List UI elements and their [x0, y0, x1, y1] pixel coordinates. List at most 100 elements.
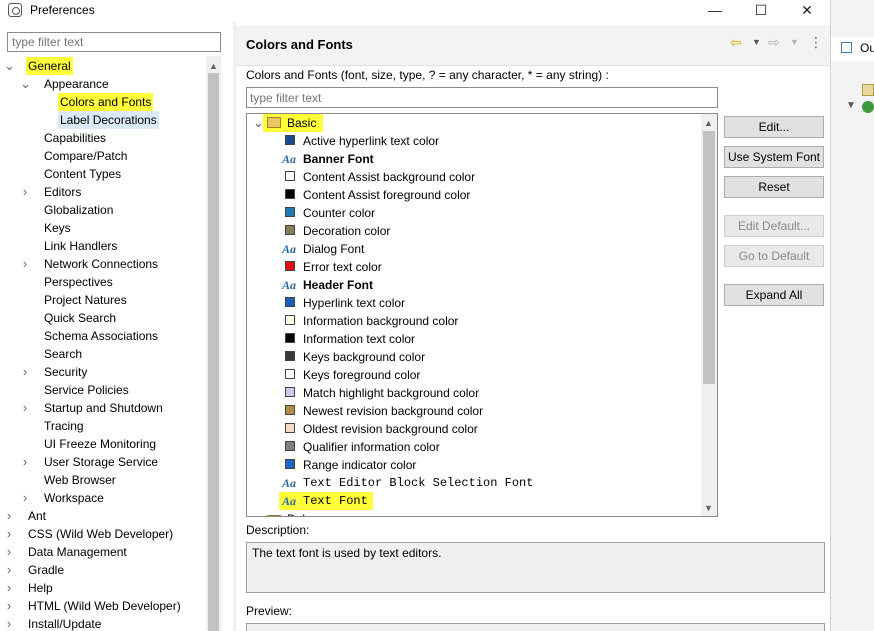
tree-item-schema-associations[interactable]: Schema Associations [42, 327, 160, 345]
expand-all-button[interactable]: Expand All [724, 284, 824, 306]
font-tree-item[interactable]: Aa Dialog Font [247, 240, 701, 258]
tree-item-ui-freeze-monitoring[interactable]: UI Freeze Monitoring [42, 435, 158, 453]
collapsed-chevron-icon[interactable]: › [20, 399, 30, 417]
tree-item-data-management[interactable]: Data Management [26, 543, 129, 561]
tree-item-project-natures[interactable]: Project Natures [42, 291, 129, 309]
collapsed-chevron-icon[interactable]: › [4, 543, 14, 561]
tree-item-tracing[interactable]: Tracing [42, 417, 86, 435]
panel-divider[interactable] [233, 22, 236, 631]
collapsed-chevron-icon[interactable]: › [20, 363, 30, 381]
tree-item-label-decorations[interactable]: Label Decorations [58, 111, 159, 129]
reset-button[interactable]: Reset [724, 176, 824, 198]
tree-item-workspace[interactable]: Workspace [42, 489, 106, 507]
tree-item-ant[interactable]: Ant [26, 507, 48, 525]
expand-arrow-icon: ▼ [846, 100, 856, 111]
tree-item-link-handlers[interactable]: Link Handlers [42, 237, 119, 255]
font-tree-item[interactable]: Aa Header Font [247, 276, 701, 294]
color-tree-item[interactable]: Decoration color [247, 222, 701, 240]
tree-item-install-update[interactable]: Install/Update [26, 615, 103, 631]
tree-item-user-storage-service[interactable]: User Storage Service [42, 453, 160, 471]
collapsed-chevron-icon[interactable]: › [4, 615, 14, 631]
color-tree-item[interactable]: Content Assist foreground color [247, 186, 701, 204]
close-button[interactable]: ✕ [784, 0, 830, 20]
left-tree-scroll-thumb[interactable] [208, 73, 219, 631]
tree-item-css-wild-web-developer[interactable]: CSS (Wild Web Developer) [26, 525, 175, 543]
color-tree-item[interactable]: Counter color [247, 204, 701, 222]
tree-item-html-wild-web-developer[interactable]: HTML (Wild Web Developer) [26, 597, 183, 615]
font-tree-item[interactable]: Aa Text Font [247, 492, 701, 510]
color-tree-item[interactable]: Error text color [247, 258, 701, 276]
scroll-up-arrow-icon[interactable]: ▲ [206, 58, 221, 74]
tree-item-general[interactable]: General [26, 57, 73, 75]
font-tree-item[interactable]: Aa Banner Font [247, 150, 701, 168]
tree-scroll-down-icon[interactable]: ▼ [701, 500, 716, 516]
tree-item-appearance[interactable]: Appearance [42, 75, 111, 93]
maximize-button[interactable]: ☐ [738, 0, 784, 20]
collapsed-chevron-icon[interactable]: › [4, 561, 14, 579]
color-tree-item[interactable]: Information background color [247, 312, 701, 330]
forward-arrow-icon[interactable]: ⇨ [768, 33, 780, 51]
collapsed-chevron-icon[interactable]: › [20, 489, 30, 507]
tree-item-perspectives[interactable]: Perspectives [42, 273, 115, 291]
tree-item-label: Text Editor Block Selection Font [303, 476, 534, 490]
color-tree-item[interactable]: Content Assist background color [247, 168, 701, 186]
expanded-chevron-icon[interactable]: ⌄ [4, 57, 15, 75]
tree-item-network-connections[interactable]: Network Connections [42, 255, 160, 273]
color-tree-item[interactable]: Qualifier information color [247, 438, 701, 456]
tree-item-compare-patch[interactable]: Compare/Patch [42, 147, 129, 165]
color-tree-item[interactable]: Match highlight background color [247, 384, 701, 402]
color-tree-item[interactable]: Keys foreground color [247, 366, 701, 384]
color-tree-item[interactable]: Keys background color [247, 348, 701, 366]
colors-fonts-tree: ⌄ Basic Active hyperlink text color Aa Banne… [246, 113, 718, 517]
colors-tree-scroll-thumb[interactable] [703, 131, 715, 384]
collapsed-chevron-icon[interactable]: › [20, 183, 30, 201]
use-system-font-button[interactable]: Use System Font [724, 146, 824, 168]
tree-item-quick-search[interactable]: Quick Search [42, 309, 118, 327]
left-filter-input[interactable] [7, 32, 221, 52]
tree-item-security[interactable]: Security [42, 363, 89, 381]
tree-item-label: Match highlight background color [303, 386, 480, 400]
edit-button[interactable]: Edit... [724, 116, 824, 138]
tree-item-globalization[interactable]: Globalization [42, 201, 115, 219]
tree-item-startup-and-shutdown[interactable]: Startup and Shutdown [42, 399, 165, 417]
tree-item-label: Content Assist foreground color [303, 188, 471, 202]
back-arrow-icon[interactable]: ⇦ [730, 33, 742, 51]
collapsed-chevron-icon[interactable]: › [4, 579, 14, 597]
collapsed-chevron-icon[interactable]: › [20, 453, 30, 471]
color-tree-item[interactable]: Newest revision background color [247, 402, 701, 420]
tree-item-help[interactable]: Help [26, 579, 55, 597]
collapsed-chevron-icon[interactable]: › [4, 507, 14, 525]
collapsed-chevron-icon[interactable]: › [4, 597, 14, 615]
tree-item-editors[interactable]: Editors [42, 183, 83, 201]
minimize-button[interactable]: — [692, 0, 738, 20]
tree-scroll-up-icon[interactable]: ▲ [701, 115, 716, 131]
category-tree-item[interactable]: Debug [247, 510, 701, 516]
color-swatch-icon [285, 225, 295, 235]
go-to-default-button[interactable]: Go to Default [724, 245, 824, 267]
color-tree-item[interactable]: Range indicator color [247, 456, 701, 474]
color-tree-item[interactable]: Information text color [247, 330, 701, 348]
color-tree-item[interactable]: Active hyperlink text color [247, 132, 701, 150]
edit-default-button[interactable]: Edit Default... [724, 215, 824, 237]
collapsed-chevron-icon[interactable]: › [20, 255, 30, 273]
font-tree-item[interactable]: Aa Text Editor Block Selection Font [247, 474, 701, 492]
tree-item-capabilities[interactable]: Capabilities [42, 129, 108, 147]
back-dropdown-icon[interactable]: ▼ [752, 33, 761, 51]
tree-item-search[interactable]: Search [42, 345, 84, 363]
tree-item-label: Qualifier information color [303, 440, 440, 454]
tree-item-content-types[interactable]: Content Types [42, 165, 123, 183]
tree-item-keys[interactable]: Keys [42, 219, 73, 237]
tree-item-web-browser[interactable]: Web Browser [42, 471, 118, 489]
color-tree-item[interactable]: Hyperlink text color [247, 294, 701, 312]
tree-item-colors-and-fonts[interactable]: Colors and Fonts [58, 93, 154, 111]
tree-item-service-policies[interactable]: Service Policies [42, 381, 131, 399]
font-icon: Aa [282, 494, 297, 508]
forward-dropdown-icon[interactable]: ▼ [790, 33, 799, 51]
class-icon [862, 101, 874, 113]
view-menu-icon[interactable]: ⋮ [809, 33, 823, 51]
expanded-chevron-icon[interactable]: ⌄ [20, 75, 31, 93]
tree-item-gradle[interactable]: Gradle [26, 561, 66, 579]
color-tree-item[interactable]: Oldest revision background color [247, 420, 701, 438]
collapsed-chevron-icon[interactable]: › [4, 525, 14, 543]
colors-filter-input[interactable] [246, 87, 718, 108]
